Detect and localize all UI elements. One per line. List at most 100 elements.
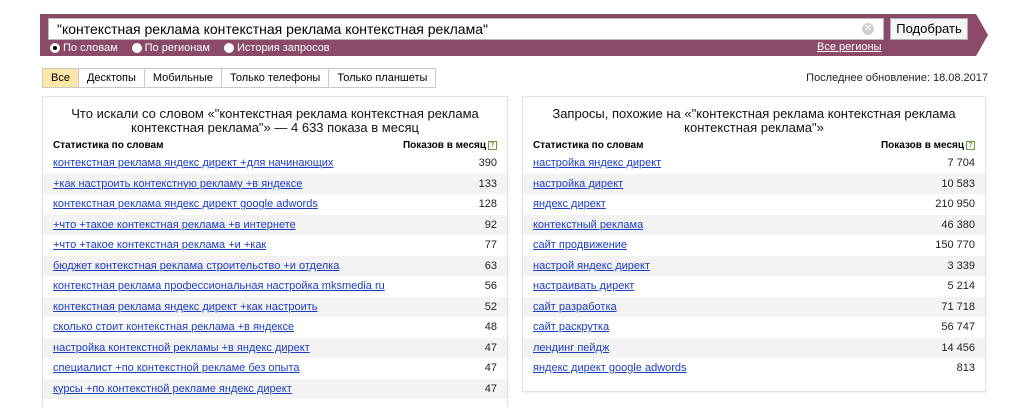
right-panel-title: Запросы, похожие на «"контекстная реклам…: [552, 106, 956, 135]
query-link[interactable]: сайт разработка: [533, 297, 617, 318]
impressions-count: 7 704: [947, 157, 975, 169]
left-panel-words: Что искали со словом «"контекстная рекла…: [42, 96, 508, 407]
table-row: сайт раскрутка 56 747: [523, 317, 985, 338]
search-band-arrow: [976, 14, 988, 56]
table-row: контекстная реклама яндекс директ +для н…: [43, 153, 507, 174]
table-row: сайт продвижение 150 770: [523, 235, 985, 256]
help-icon[interactable]: ?: [966, 140, 975, 150]
table-row: контекстная реклама яндекс директ google…: [43, 194, 507, 215]
table-row: бюджет контекстная реклама строительство…: [43, 255, 507, 277]
query-link[interactable]: контекстная реклама яндекс директ +как н…: [53, 297, 318, 318]
right-rows: настройка яндекс директ 7 704 настройка ди…: [523, 153, 985, 379]
table-row: настройка яндекс директ 7 704: [523, 153, 985, 174]
table-row: настройка контекстной рекламы +в яндекс …: [43, 337, 507, 359]
table-row: +что +такое контекстная реклама +и +как 7…: [43, 235, 507, 256]
query-link[interactable]: контекстная реклама яндекс директ google…: [53, 194, 318, 215]
table-row: настройка директ 10 583: [523, 173, 985, 195]
impressions-count: 5 214: [947, 280, 975, 292]
query-link[interactable]: лендинг пейдж: [533, 338, 609, 359]
table-row: яндекс директ google adwords 813: [523, 358, 985, 379]
query-link[interactable]: сколько стоит контекстная реклама +в янд…: [53, 317, 294, 338]
impressions-count: 92: [484, 218, 497, 231]
radio-icon[interactable]: [50, 43, 60, 53]
help-icon[interactable]: ?: [488, 140, 497, 150]
device-tabs: Все Десктопы Мобильные Только телефоны Т…: [42, 68, 437, 88]
col-query-header: Статистика по словам: [53, 140, 164, 151]
impressions-count: 56 747: [941, 321, 975, 333]
query-link[interactable]: настрой яндекс директ: [533, 256, 650, 277]
query-link[interactable]: контекстный реклама: [533, 215, 643, 236]
table-row: контекстная реклама профессиональная нас…: [43, 276, 507, 297]
mode-by-words[interactable]: По словам: [50, 41, 118, 55]
table-row: контекстная реклама яндекс директ +как н…: [43, 296, 507, 318]
right-column-headers: Статистика по словам Показов в месяц?: [523, 139, 985, 153]
mode-by-regions[interactable]: По регионам: [131, 41, 210, 55]
tab-all[interactable]: Все: [43, 69, 79, 87]
impressions-count: 3 339: [947, 259, 975, 272]
search-input[interactable]: [48, 18, 884, 40]
col-query-header: Статистика по словам: [533, 140, 644, 151]
impressions-count: 128: [478, 198, 497, 210]
impressions-count: 46 380: [941, 218, 975, 231]
impressions-count: 10 583: [941, 177, 975, 190]
right-panel-similar: Запросы, похожие на «"контекстная реклам…: [522, 96, 986, 392]
search-modes: По словам По регионам История запросов: [50, 41, 330, 55]
impressions-count: 47: [484, 382, 497, 395]
impressions-count: 71 718: [941, 300, 975, 313]
query-link[interactable]: настройка контекстной рекламы +в яндекс …: [53, 338, 310, 359]
impressions-count: 52: [484, 300, 497, 313]
mode-history[interactable]: История запросов: [224, 41, 330, 55]
tab-tablets-only[interactable]: Только планшеты: [329, 69, 436, 87]
table-row: сколько стоит контекстная реклама +в янд…: [43, 317, 507, 338]
tab-phones-only[interactable]: Только телефоны: [221, 69, 330, 87]
query-link[interactable]: яндекс директ google adwords: [533, 358, 687, 379]
impressions-count: 48: [484, 321, 497, 333]
table-row: яндекс директ 210 950: [523, 194, 985, 215]
query-link[interactable]: +что +такое контекстная реклама +в интер…: [53, 215, 296, 236]
query-link[interactable]: яндекс директ: [533, 194, 606, 215]
all-regions-link[interactable]: Все регионы: [817, 41, 882, 53]
query-link[interactable]: настраивать директ: [533, 276, 634, 297]
impressions-count: 390: [478, 157, 497, 169]
col-count-header: Показов в месяц?: [403, 139, 497, 153]
table-row: настрой яндекс директ 3 339: [523, 255, 985, 277]
table-row: контекстный реклама 46 380: [523, 214, 985, 236]
query-link[interactable]: контекстная реклама профессиональная нас…: [53, 276, 385, 297]
query-link[interactable]: сайт продвижение: [533, 235, 627, 256]
query-link[interactable]: специалист +по контекстной рекламе без о…: [53, 358, 300, 379]
query-link[interactable]: настройка директ: [533, 174, 623, 195]
tab-desktops[interactable]: Десктопы: [78, 69, 145, 87]
query-link[interactable]: бюджет контекстная реклама строительство…: [53, 256, 339, 277]
impressions-count: 47: [484, 341, 497, 354]
left-column-headers: Статистика по словам Показов в месяц?: [43, 139, 507, 153]
table-row: лендинг пейдж 14 456: [523, 337, 985, 359]
impressions-count: 210 950: [935, 198, 975, 210]
tab-mobile[interactable]: Мобильные: [144, 69, 222, 87]
col-count-header: Показов в месяц?: [881, 139, 975, 153]
query-link[interactable]: сайт раскрутка: [533, 317, 609, 338]
impressions-count: 813: [956, 362, 975, 374]
query-link[interactable]: контекстная реклама яндекс директ +для н…: [53, 153, 333, 174]
submit-button[interactable]: Подобрать: [890, 18, 968, 40]
left-panel-title: Что искали со словом «"контекстная рекла…: [71, 106, 479, 135]
query-link[interactable]: +как настроить контекстную рекламу +в ян…: [53, 174, 302, 195]
query-link[interactable]: настройка яндекс директ: [533, 153, 661, 174]
query-link[interactable]: +что +такое контекстная реклама +и +как: [53, 235, 266, 256]
table-row: настраивать директ 5 214: [523, 276, 985, 297]
impressions-count: 47: [484, 362, 497, 374]
radio-icon[interactable]: [224, 43, 234, 53]
radio-icon[interactable]: [131, 43, 142, 53]
table-row: курсы +по контекстной рекламе яндекс дир…: [43, 378, 507, 400]
impressions-count: 63: [484, 259, 497, 272]
last-update-text: Последнее обновление: 18.08.2017: [806, 72, 988, 84]
table-row: сайт разработка 71 718: [523, 296, 985, 318]
table-row: +как настроить контекстную рекламу +в ян…: [43, 173, 507, 195]
left-rows: контекстная реклама яндекс директ +для н…: [43, 153, 507, 399]
table-row: специалист +по контекстной рекламе без о…: [43, 358, 507, 379]
table-row: +что +такое контекстная реклама +в интер…: [43, 214, 507, 236]
impressions-count: 150 770: [935, 239, 975, 251]
cropped-top-links: [40, 0, 460, 4]
impressions-count: 133: [478, 177, 497, 190]
clear-icon[interactable]: ✕: [862, 23, 874, 35]
query-link[interactable]: курсы +по контекстной рекламе яндекс дир…: [53, 379, 292, 400]
